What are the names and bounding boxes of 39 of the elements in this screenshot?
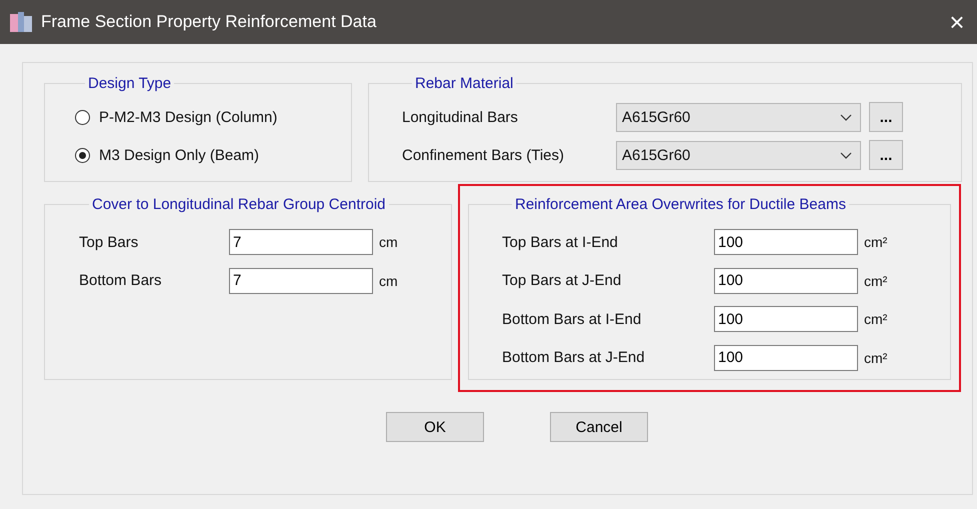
field-label: Top Bars at I-End (502, 234, 619, 251)
group-title: Rebar Material (414, 75, 514, 92)
input-field[interactable]: 7 (229, 229, 373, 256)
unit-label: cm² (864, 311, 888, 328)
field-label: Confinement Bars (Ties) (402, 146, 565, 164)
radio-button[interactable] (75, 148, 90, 162)
input-field[interactable]: 7 (229, 268, 373, 294)
dialog-button[interactable]: Cancel (550, 412, 648, 442)
unit-label: cm² (864, 350, 888, 366)
field-label: Top Bars (79, 234, 140, 251)
radio-label[interactable]: P-M2-M3 Design (Column) (99, 108, 278, 126)
unit-label: cm (379, 272, 398, 289)
app-icon (10, 12, 32, 32)
unit-label: cm (379, 234, 398, 250)
unit-label: cm² (864, 234, 888, 250)
field-label: Bottom Bars at J-End (502, 349, 646, 366)
radio-button[interactable] (75, 110, 90, 124)
radio-label[interactable]: M3 Design Only (Beam) (99, 146, 260, 164)
input-field[interactable]: 100 (714, 306, 858, 332)
input-field[interactable]: 100 (714, 268, 858, 294)
close-button[interactable]: × (937, 0, 977, 44)
group-title: Cover to Longitudinal Rebar Group Centroid (91, 196, 387, 213)
material-dropdown[interactable]: A615Gr60 (616, 140, 861, 170)
browse-button[interactable]: ... (869, 140, 903, 170)
input-field[interactable]: 100 (714, 229, 858, 256)
window-title: Frame Section Property Reinforcement Data (41, 12, 376, 32)
chevron-icon (840, 152, 852, 158)
input-field[interactable]: 100 (714, 344, 858, 371)
field-label: Bottom Bars at I-End (502, 310, 642, 328)
chevron-icon (840, 114, 852, 120)
dialog-button[interactable]: OK (386, 412, 484, 442)
group-title: Design Type (87, 75, 172, 92)
field-label: Bottom Bars (79, 272, 163, 290)
browse-button[interactable]: ... (869, 102, 903, 132)
material-dropdown[interactable]: A615Gr60 (616, 102, 861, 132)
field-label: Longitudinal Bars (402, 108, 519, 126)
field-label: Top Bars at J-End (502, 272, 622, 290)
group-title: Reinforcement Area Overwrites for Ductile Beams (514, 196, 847, 213)
unit-label: cm² (864, 272, 888, 289)
